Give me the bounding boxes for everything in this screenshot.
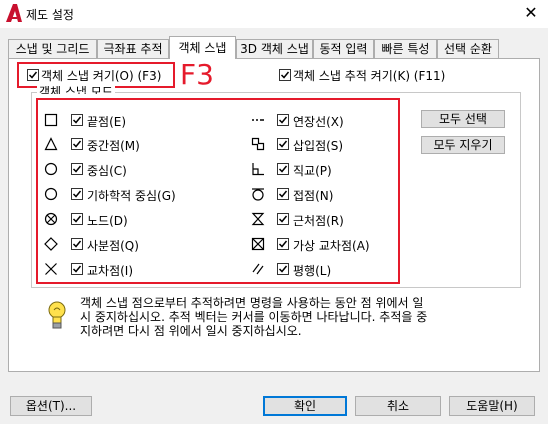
endpoint-checkbox[interactable] (71, 114, 83, 126)
osnap-on-label: 객체 스냅 켜기(O) (F3) (41, 69, 162, 83)
nearest-checkbox[interactable] (277, 213, 289, 225)
ok-button[interactable]: 확인 (263, 396, 347, 416)
cancel-button[interactable]: 취소 (355, 396, 441, 416)
insertion-icon (251, 137, 265, 151)
autocad-logo-icon (5, 3, 23, 23)
center-label: 중심(C) (87, 164, 127, 178)
parallel-icon (251, 262, 265, 276)
info-line-1: 객체 스냅 점으로부터 추적하려면 명령을 사용하는 동안 점 위에서 일 (80, 296, 424, 310)
tab-quick-properties[interactable]: 빠른 특성 (374, 39, 437, 58)
perpendicular-icon (251, 162, 265, 176)
nearest-icon (251, 212, 265, 226)
info-text: 객체 스냅 점으로부터 추적하려면 명령을 사용하는 동안 점 위에서 일 시 … (80, 296, 480, 338)
help-button[interactable]: 도움말(H) (449, 396, 535, 416)
midpoint-label: 중간점(M) (87, 139, 140, 153)
options-button[interactable]: 옵션(T)... (10, 396, 92, 416)
node-label: 노드(D) (87, 214, 128, 228)
parallel-checkbox[interactable] (277, 263, 289, 275)
intersection-label: 교차점(I) (87, 264, 134, 278)
x-icon (44, 262, 58, 276)
lightbulb-icon (46, 300, 68, 330)
intersection-checkbox[interactable] (71, 263, 83, 275)
title-bar (0, 0, 548, 28)
window-title: 제도 설정 (26, 8, 74, 22)
insertion-checkbox[interactable] (277, 138, 289, 150)
circle-icon (44, 187, 58, 201)
tangent-label: 접점(N) (293, 189, 334, 203)
midpoint-checkbox[interactable] (71, 138, 83, 150)
endpoint-label: 끝점(E) (87, 115, 127, 129)
tangent-icon (251, 187, 265, 201)
apparent-intersection-checkbox[interactable] (277, 238, 289, 250)
apparent-intersection-label: 가상 교차점(A) (293, 239, 370, 253)
perpendicular-label: 직교(P) (293, 164, 332, 178)
perpendicular-checkbox[interactable] (277, 163, 289, 175)
close-icon[interactable]: ✕ (520, 2, 542, 24)
osnap-on-checkbox[interactable] (27, 69, 39, 81)
info-line-2: 시 중지하십시오. 추적 벡터는 커서를 이동하면 나타납니다. 추적을 중 (80, 310, 428, 324)
tab-object-snap[interactable]: 객체 스냅 (169, 36, 236, 59)
osnap-modes-title: 객체 스냅 모드 (37, 86, 115, 94)
clear-all-button[interactable]: 모두 지우기 (421, 136, 505, 154)
extension-checkbox[interactable] (277, 114, 289, 126)
tab-polar-tracking[interactable]: 극좌표 추적 (97, 39, 169, 58)
circle-icon (44, 162, 58, 176)
square-icon (44, 113, 58, 127)
geometric-center-label: 기하학적 중심(G) (87, 189, 176, 203)
nearest-label: 근처점(R) (293, 214, 344, 228)
center-checkbox[interactable] (71, 163, 83, 175)
node-checkbox[interactable] (71, 213, 83, 225)
tab-dynamic-input[interactable]: 동적 입력 (313, 39, 374, 58)
select-all-button[interactable]: 모두 선택 (421, 110, 505, 128)
geometric-center-checkbox[interactable] (71, 188, 83, 200)
info-line-3: 지하려면 다시 점 위에서 일시 중지하십시오. (80, 324, 302, 338)
tracking-on-checkbox[interactable] (279, 69, 291, 81)
f3-annotation: F3 (180, 58, 214, 91)
extension-label: 연장선(X) (293, 115, 344, 129)
diamond-icon (44, 237, 58, 251)
tab-3d-object-snap[interactable]: 3D 객체 스냅 (236, 39, 313, 58)
triangle-icon (44, 137, 58, 151)
tab-selection-cycling[interactable]: 선택 순환 (437, 39, 499, 58)
insertion-label: 삽입점(S) (293, 139, 344, 153)
apparent-intersection-icon (251, 237, 265, 251)
tab-snap-grid[interactable]: 스냅 및 그리드 (8, 39, 97, 58)
tracking-on-label: 객체 스냅 추적 켜기(K) (F11) (293, 69, 446, 83)
quadrant-label: 사분점(Q) (87, 239, 139, 253)
tangent-checkbox[interactable] (277, 188, 289, 200)
node-icon (44, 212, 58, 226)
extension-icon (251, 113, 265, 127)
quadrant-checkbox[interactable] (71, 238, 83, 250)
parallel-label: 평행(L) (293, 264, 332, 278)
